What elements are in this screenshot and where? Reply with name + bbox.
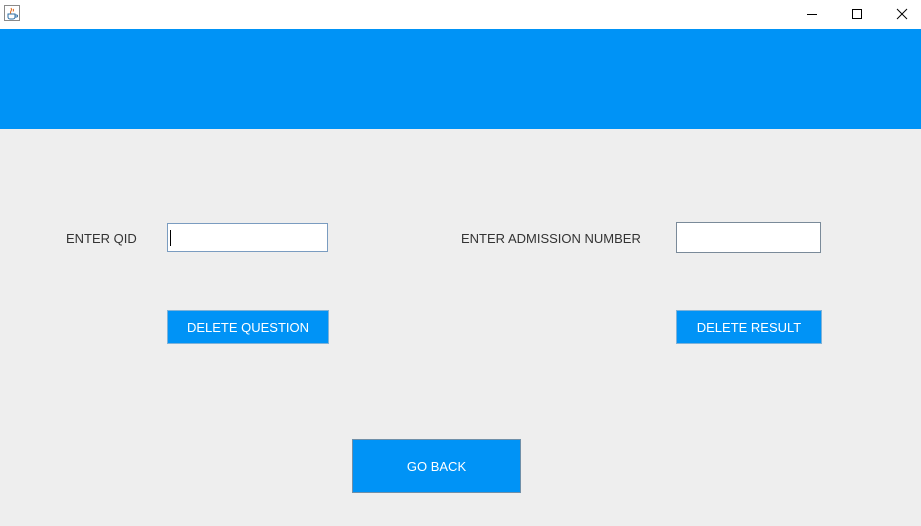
text-caret: [170, 230, 171, 246]
header-banner: [0, 29, 921, 129]
qid-label: ENTER QID: [66, 231, 137, 246]
close-button[interactable]: [879, 0, 921, 27]
admission-number-label: ENTER ADMISSION NUMBER: [461, 231, 641, 246]
maximize-icon: [852, 8, 862, 19]
close-icon: [896, 8, 908, 19]
go-back-button[interactable]: GO BACK: [352, 439, 521, 493]
delete-result-button[interactable]: DELETE RESULT: [676, 310, 822, 344]
title-bar: [0, 0, 921, 29]
java-cup-icon: [4, 5, 20, 21]
minimize-icon: [807, 13, 817, 15]
minimize-button[interactable]: [789, 0, 835, 27]
qid-input[interactable]: [167, 223, 328, 252]
delete-question-button[interactable]: DELETE QUESTION: [167, 310, 329, 344]
maximize-button[interactable]: [834, 0, 880, 27]
admission-number-input[interactable]: [676, 222, 821, 253]
